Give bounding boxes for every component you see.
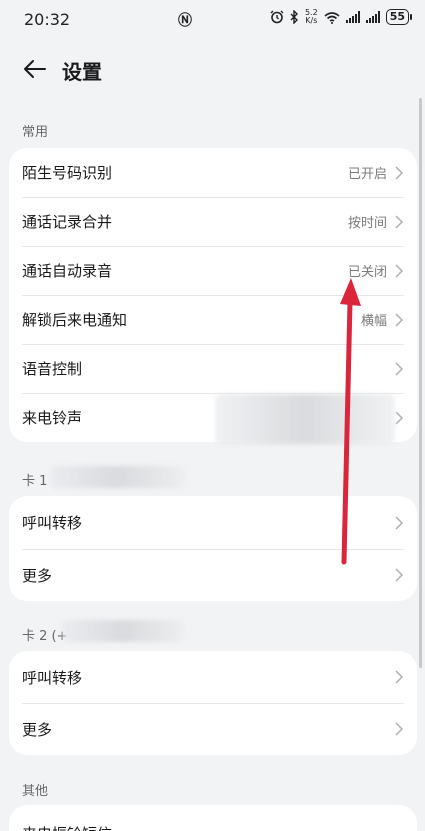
redacted-sim2-number <box>62 620 184 642</box>
annotation-arrow <box>340 278 361 565</box>
status-bar: 20:32 Ⓝ 5.2 K/s 55 <box>0 0 425 38</box>
battery-icon: 55 <box>385 9 413 25</box>
redacted-sim1-number <box>50 466 185 488</box>
section-label-sim1: 卡 1 <box>22 474 48 489</box>
row-call-log-merge[interactable]: 通话记录合并 按时间 <box>9 197 417 246</box>
nfc-icon: Ⓝ <box>178 13 192 29</box>
row-stranger-number-id[interactable]: 陌生号码识别 已开启 <box>9 148 417 197</box>
network-speed: 5.2 K/s <box>305 9 318 25</box>
row-label: 陌生号码识别 <box>22 164 113 182</box>
row-sim2-call-forwarding[interactable]: 呼叫转移 <box>9 651 417 703</box>
network-speed-unit: K/s <box>305 16 318 25</box>
bluetooth-icon <box>290 10 298 24</box>
row-label: 来电振铃短信 <box>22 823 112 831</box>
row-sim2-more[interactable]: 更多 <box>9 703 417 755</box>
section-label-other: 其他 <box>22 784 49 799</box>
row-label: 解锁后来电通知 <box>22 311 128 329</box>
chevron-right-icon <box>395 516 404 530</box>
status-icons: 5.2 K/s 55 <box>270 9 413 25</box>
chevron-right-icon <box>395 411 404 425</box>
page-title: 设置 <box>62 60 102 84</box>
chevron-right-icon <box>395 670 404 684</box>
wifi-icon <box>324 11 340 24</box>
row-label: 语音控制 <box>22 360 83 378</box>
row-label: 更多 <box>22 566 53 585</box>
chevron-right-icon <box>395 722 404 736</box>
alarm-icon <box>270 10 284 24</box>
chevron-right-icon <box>395 568 404 582</box>
row-ring-sms[interactable]: 来电振铃短信 <box>9 805 417 831</box>
chevron-right-icon <box>395 362 404 376</box>
signal-icon-sim2 <box>365 11 380 23</box>
status-time: 20:32 <box>24 9 71 29</box>
row-label: 通话自动录音 <box>22 262 113 280</box>
signal-icon-sim1 <box>345 11 360 23</box>
chevron-right-icon <box>395 264 404 278</box>
back-arrow-icon[interactable] <box>20 54 50 84</box>
row-value: 已开启 <box>347 167 387 182</box>
row-value: 按时间 <box>347 216 387 231</box>
chevron-right-icon <box>395 166 404 180</box>
card-sim2: 呼叫转移 更多 <box>9 651 417 755</box>
row-label: 通话记录合并 <box>22 213 113 231</box>
row-label: 来电铃声 <box>22 409 83 427</box>
section-label-sim2: 卡 2 (+ <box>22 629 68 644</box>
row-label: 呼叫转移 <box>22 668 83 687</box>
section-label-common: 常用 <box>22 125 49 140</box>
scrollbar[interactable] <box>419 98 422 668</box>
chevron-right-icon <box>395 313 404 327</box>
row-label: 呼叫转移 <box>22 514 83 532</box>
row-label: 更多 <box>22 720 53 739</box>
card-other: 来电振铃短信 <box>9 805 417 831</box>
title-bar: 设置 <box>0 48 425 90</box>
chevron-right-icon <box>395 215 404 229</box>
